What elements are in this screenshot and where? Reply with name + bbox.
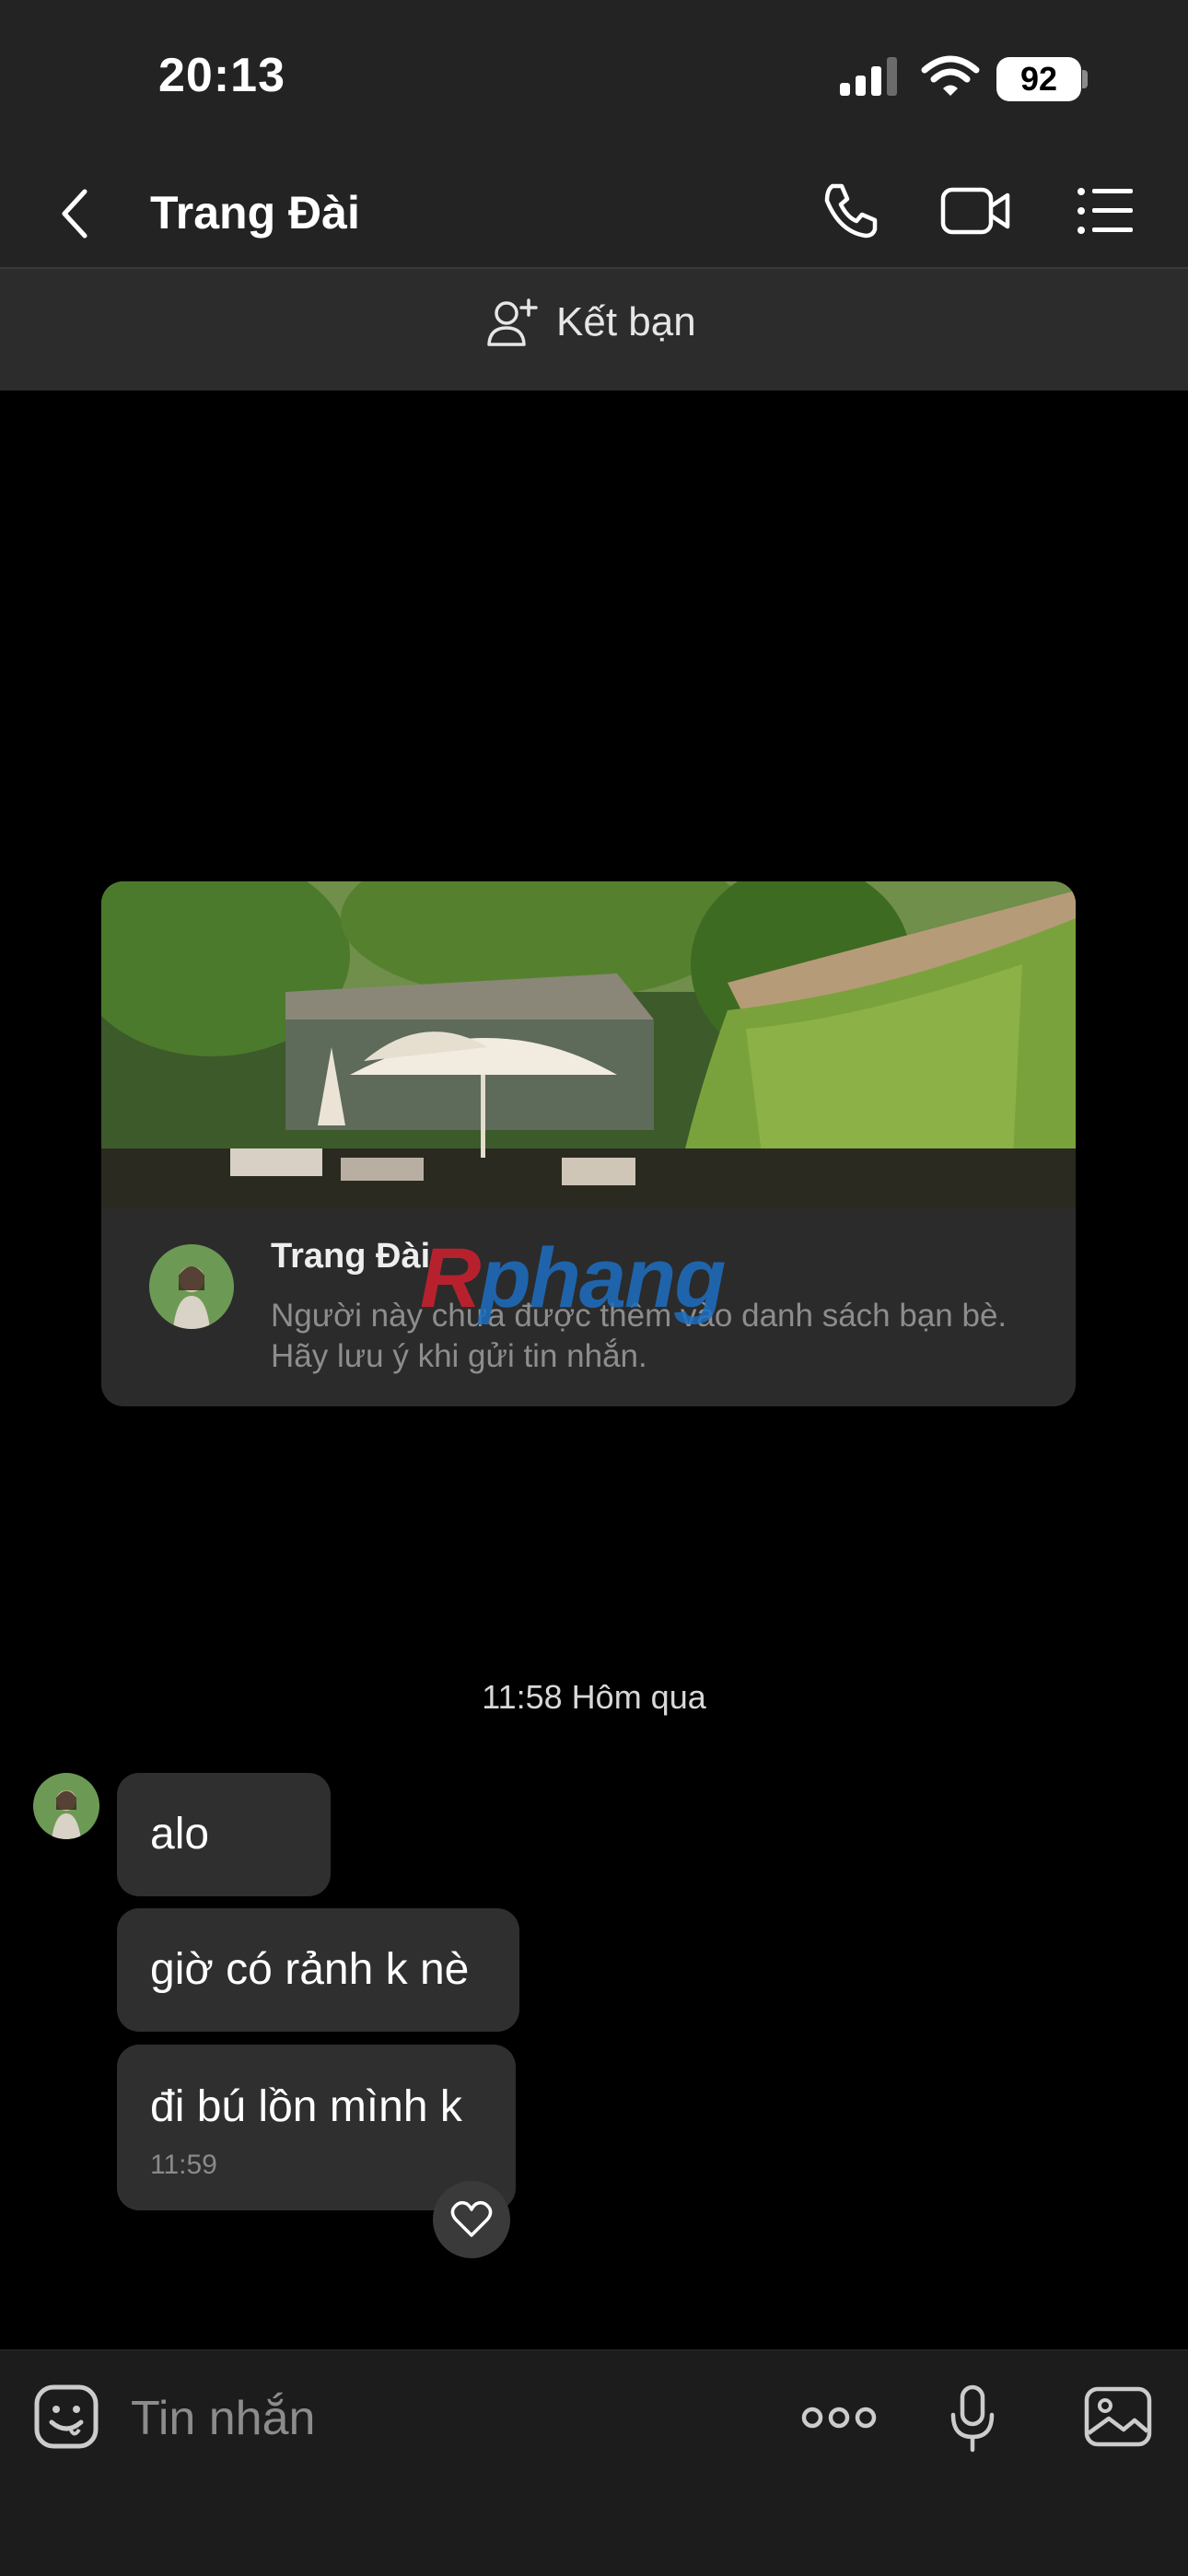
top-bar: 20:13 92 Trang Đài	[0, 0, 1188, 267]
menu-list-icon[interactable]	[1076, 181, 1135, 241]
chat-title[interactable]: Trang Đài	[150, 186, 360, 239]
sticker-emoji-icon[interactable]	[33, 2384, 99, 2450]
add-friend-button[interactable]: Kết bạn	[486, 297, 696, 348]
add-friend-label: Kết bạn	[556, 299, 696, 344]
image-gallery-icon[interactable]	[1083, 2384, 1153, 2450]
phone-icon[interactable]	[820, 181, 880, 241]
message-bubble[interactable]: alo	[117, 1773, 331, 1896]
message-bubble[interactable]: giờ có rảnh k nè	[117, 1908, 519, 2032]
cellular-signal-icon	[840, 57, 897, 96]
watermark-part1: R	[420, 1231, 481, 1325]
message-text: đi bú lồn mình k	[150, 2082, 462, 2131]
profile-card[interactable]: Trang Đài Người này chưa được thêm vào d…	[101, 881, 1076, 1406]
back-chevron-icon[interactable]	[57, 186, 94, 241]
microphone-icon[interactable]	[949, 2384, 996, 2454]
watermark-part2: phang	[479, 1231, 726, 1325]
more-options-icon[interactable]	[801, 2404, 877, 2431]
video-call-icon[interactable]	[939, 181, 1013, 241]
heart-icon	[450, 2200, 493, 2237]
wifi-icon	[921, 55, 980, 96]
react-heart-button[interactable]	[433, 2181, 510, 2258]
message-text: giờ có rảnh k nè	[150, 1945, 470, 1994]
message-input[interactable]: Tin nhắn	[131, 2391, 315, 2446]
conversation-timestamp: 11:58 Hôm qua	[482, 1678, 706, 1716]
profile-name: Trang Đài	[271, 1237, 431, 1276]
cover-photo	[101, 881, 1076, 1207]
message-time: 11:59	[150, 2150, 217, 2180]
profile-avatar[interactable]	[149, 1244, 234, 1329]
battery-level: 92	[1019, 60, 1058, 98]
message-text: alo	[150, 1810, 210, 1859]
chat-header: Trang Đài	[0, 166, 1188, 267]
add-user-icon	[487, 298, 538, 346]
status-time: 20:13	[158, 49, 285, 102]
battery-cap	[1082, 70, 1088, 88]
sender-avatar[interactable]	[33, 1773, 99, 1839]
add-friend-bar: Kết bạn	[0, 269, 1188, 390]
watermark-logo: Rphang	[420, 1230, 726, 1327]
battery-indicator: 92	[996, 57, 1081, 101]
message-composer: Tin nhắn	[0, 2349, 1188, 2576]
